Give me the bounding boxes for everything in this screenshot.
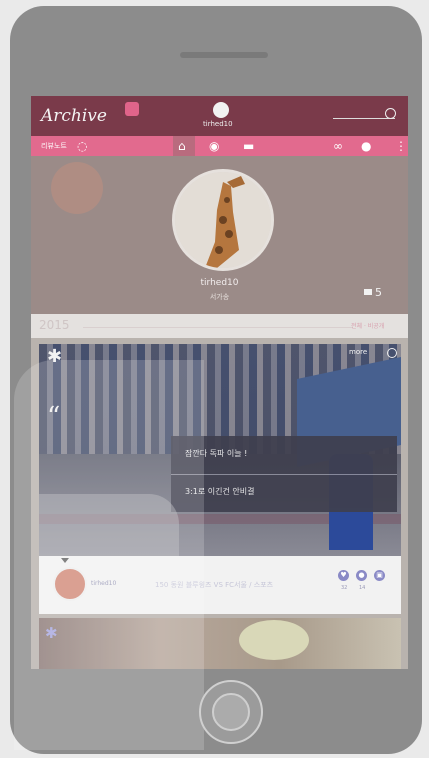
quote-dialog: 잠깐다 독파 이늘 ! 3:1로 이긴건 안비결 [171, 436, 397, 512]
top-bar: Archive tirhed10 [31, 96, 408, 136]
app-logo[interactable]: Archive [41, 106, 107, 126]
comment-count: 14 [359, 585, 366, 591]
folder-icon[interactable] [364, 289, 372, 295]
profile-subtitle: 서가송 [209, 293, 230, 301]
nav-review-note[interactable]: 리뷰노트 [41, 141, 67, 151]
speaker-slot [180, 52, 268, 58]
dialog-divider [171, 474, 397, 475]
home-icon[interactable]: ⌂ [178, 138, 186, 154]
share-icon[interactable]: ▣ [374, 570, 385, 581]
link-icon[interactable]: ∞ [333, 138, 343, 154]
home-button-ring [212, 693, 250, 731]
more-label[interactable]: more [349, 348, 367, 356]
nav-bar: 리뷰노트 ◌ ⌂ ◉ ▬ ∞ ● ⋮ [31, 136, 408, 156]
search-underline [333, 118, 395, 119]
search-icon[interactable] [385, 108, 396, 119]
screen-glare [14, 360, 204, 750]
year-line [83, 327, 353, 328]
profile-avatar[interactable] [172, 169, 274, 271]
logo-badge-icon [125, 102, 139, 116]
folder-count: 5 [375, 286, 382, 299]
year-divider: 2015 전체 · 비공개 [31, 314, 408, 338]
profile-name: tirhed10 [200, 278, 239, 288]
food-image [239, 620, 309, 660]
bulb-icon[interactable]: ● [361, 138, 371, 154]
comment-icon[interactable]: ● [356, 570, 367, 581]
year-filter-links[interactable]: 전체 · 비공개 [351, 321, 384, 330]
more-icon[interactable] [387, 348, 397, 358]
speech-bubble-icon[interactable]: ◌ [77, 138, 87, 154]
top-username: tirhed10 [203, 120, 233, 128]
top-avatar[interactable] [213, 102, 229, 118]
home-button[interactable] [199, 680, 263, 744]
giraffe-icon [175, 172, 271, 268]
compass-icon[interactable]: ◉ [209, 138, 219, 154]
decorative-circle [51, 162, 103, 214]
profile-header: tirhed10 서가송 5 [31, 156, 408, 314]
more-vert-icon[interactable]: ⋮ [395, 138, 407, 154]
heart-icon[interactable]: ♥ [338, 570, 349, 581]
year-label: 2015 [39, 318, 70, 332]
message-icon[interactable]: ▬ [243, 138, 254, 154]
heart-count: 32 [341, 585, 348, 591]
